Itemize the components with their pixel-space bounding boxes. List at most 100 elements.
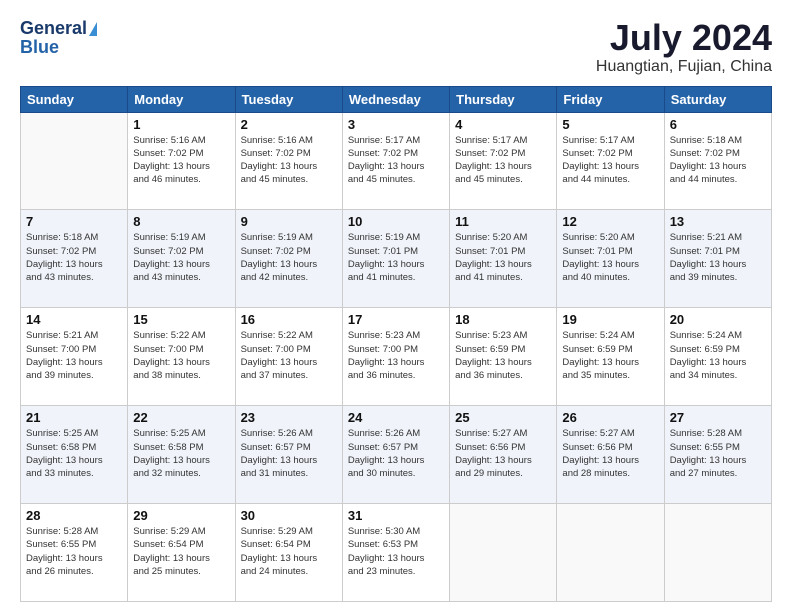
day-number: 27 xyxy=(670,410,766,425)
weekday-header-row: Sunday Monday Tuesday Wednesday Thursday… xyxy=(21,86,772,112)
header-saturday: Saturday xyxy=(664,86,771,112)
table-row xyxy=(557,504,664,602)
header: General Blue July 2024 Huangtian, Fujian… xyxy=(20,18,772,76)
table-row: 26Sunrise: 5:27 AMSunset: 6:56 PMDayligh… xyxy=(557,406,664,504)
table-row: 12 Sunrise: 5:20 AMSunset: 7:01 PMDayligh… xyxy=(557,210,664,308)
day-number: 8 xyxy=(133,214,229,229)
table-row xyxy=(450,504,557,602)
table-row: 7 Sunrise: 5:18 AMSunset: 7:02 PMDaylight… xyxy=(21,210,128,308)
day-number: 13 xyxy=(670,214,766,229)
table-row: 5Sunrise: 5:17 AMSunset: 7:02 PMDaylight… xyxy=(557,112,664,210)
day-number: 10 xyxy=(348,214,444,229)
day-number: 2 xyxy=(241,117,337,132)
table-row: 13 Sunrise: 5:21 AMSunset: 7:01 PMDayligh… xyxy=(664,210,771,308)
logo-general: General xyxy=(20,18,87,39)
header-sunday: Sunday xyxy=(21,86,128,112)
day-info: Sunrise: 5:21 AMSunset: 7:01 PMDaylight:… xyxy=(670,231,766,284)
calendar-week-row: 7 Sunrise: 5:18 AMSunset: 7:02 PMDaylight… xyxy=(21,210,772,308)
day-number: 14 xyxy=(26,312,122,327)
header-tuesday: Tuesday xyxy=(235,86,342,112)
table-row: 15 Sunrise: 5:22 AMSunset: 7:00 PMDayligh… xyxy=(128,308,235,406)
day-number: 6 xyxy=(670,117,766,132)
table-row: 2 Sunrise: 5:16 AMSunset: 7:02 PMDaylight… xyxy=(235,112,342,210)
day-info: Sunrise: 5:27 AMSunset: 6:56 PMDaylight:… xyxy=(455,427,551,480)
calendar-week-row: 21 Sunrise: 5:25 AMSunset: 6:58 PMDayligh… xyxy=(21,406,772,504)
table-row: 8 Sunrise: 5:19 AMSunset: 7:02 PMDaylight… xyxy=(128,210,235,308)
day-info: Sunrise: 5:24 AMSunset: 6:59 PMDaylight:… xyxy=(562,329,658,382)
table-row: 23Sunrise: 5:26 AMSunset: 6:57 PMDayligh… xyxy=(235,406,342,504)
day-info: Sunrise: 5:20 AMSunset: 7:01 PMDaylight:… xyxy=(562,231,658,284)
day-info: Sunrise: 5:29 AMSunset: 6:54 PMDaylight:… xyxy=(241,525,337,578)
day-info: Sunrise: 5:19 AMSunset: 7:01 PMDaylight:… xyxy=(348,231,444,284)
logo-blue: Blue xyxy=(20,37,59,58)
calendar-table: Sunday Monday Tuesday Wednesday Thursday… xyxy=(20,86,772,602)
day-info: Sunrise: 5:23 AMSunset: 7:00 PMDaylight:… xyxy=(348,329,444,382)
calendar-week-row: 1 Sunrise: 5:16 AMSunset: 7:02 PMDaylight… xyxy=(21,112,772,210)
table-row: 22Sunrise: 5:25 AMSunset: 6:58 PMDayligh… xyxy=(128,406,235,504)
header-friday: Friday xyxy=(557,86,664,112)
header-thursday: Thursday xyxy=(450,86,557,112)
title-section: July 2024 Huangtian, Fujian, China xyxy=(596,18,772,76)
table-row: 16 Sunrise: 5:22 AMSunset: 7:00 PMDayligh… xyxy=(235,308,342,406)
header-wednesday: Wednesday xyxy=(342,86,449,112)
day-info: Sunrise: 5:16 AMSunset: 7:02 PMDaylight:… xyxy=(133,134,229,187)
day-number: 7 xyxy=(26,214,122,229)
table-row: 4Sunrise: 5:17 AMSunset: 7:02 PMDaylight… xyxy=(450,112,557,210)
day-info: Sunrise: 5:17 AMSunset: 7:02 PMDaylight:… xyxy=(348,134,444,187)
table-row: 29 Sunrise: 5:29 AMSunset: 6:54 PMDayligh… xyxy=(128,504,235,602)
day-number: 30 xyxy=(241,508,337,523)
day-number: 3 xyxy=(348,117,444,132)
table-row: 20 Sunrise: 5:24 AMSunset: 6:59 PMDayligh… xyxy=(664,308,771,406)
day-number: 19 xyxy=(562,312,658,327)
day-info: Sunrise: 5:19 AMSunset: 7:02 PMDaylight:… xyxy=(133,231,229,284)
day-info: Sunrise: 5:28 AMSunset: 6:55 PMDaylight:… xyxy=(26,525,122,578)
day-number: 15 xyxy=(133,312,229,327)
table-row xyxy=(664,504,771,602)
table-row: 14Sunrise: 5:21 AMSunset: 7:00 PMDayligh… xyxy=(21,308,128,406)
table-row: 3 Sunrise: 5:17 AMSunset: 7:02 PMDaylight… xyxy=(342,112,449,210)
logo: General Blue xyxy=(20,18,97,58)
day-number: 5 xyxy=(562,117,658,132)
day-number: 17 xyxy=(348,312,444,327)
table-row: 10 Sunrise: 5:19 AMSunset: 7:01 PMDayligh… xyxy=(342,210,449,308)
day-info: Sunrise: 5:18 AMSunset: 7:02 PMDaylight:… xyxy=(26,231,122,284)
day-number: 12 xyxy=(562,214,658,229)
day-info: Sunrise: 5:16 AMSunset: 7:02 PMDaylight:… xyxy=(241,134,337,187)
day-number: 9 xyxy=(241,214,337,229)
table-row: 21 Sunrise: 5:25 AMSunset: 6:58 PMDayligh… xyxy=(21,406,128,504)
calendar-week-row: 14Sunrise: 5:21 AMSunset: 7:00 PMDayligh… xyxy=(21,308,772,406)
day-info: Sunrise: 5:18 AMSunset: 7:02 PMDaylight:… xyxy=(670,134,766,187)
day-info: Sunrise: 5:22 AMSunset: 7:00 PMDaylight:… xyxy=(241,329,337,382)
day-info: Sunrise: 5:22 AMSunset: 7:00 PMDaylight:… xyxy=(133,329,229,382)
day-number: 29 xyxy=(133,508,229,523)
day-info: Sunrise: 5:28 AMSunset: 6:55 PMDaylight:… xyxy=(670,427,766,480)
table-row: 9 Sunrise: 5:19 AMSunset: 7:02 PMDaylight… xyxy=(235,210,342,308)
day-number: 26 xyxy=(562,410,658,425)
day-number: 4 xyxy=(455,117,551,132)
table-row: 19 Sunrise: 5:24 AMSunset: 6:59 PMDayligh… xyxy=(557,308,664,406)
day-number: 24 xyxy=(348,410,444,425)
day-info: Sunrise: 5:19 AMSunset: 7:02 PMDaylight:… xyxy=(241,231,337,284)
month-year-title: July 2024 xyxy=(596,18,772,58)
day-number: 23 xyxy=(241,410,337,425)
day-number: 18 xyxy=(455,312,551,327)
table-row: 27 Sunrise: 5:28 AMSunset: 6:55 PMDayligh… xyxy=(664,406,771,504)
day-info: Sunrise: 5:29 AMSunset: 6:54 PMDaylight:… xyxy=(133,525,229,578)
header-monday: Monday xyxy=(128,86,235,112)
day-info: Sunrise: 5:25 AMSunset: 6:58 PMDaylight:… xyxy=(133,427,229,480)
day-info: Sunrise: 5:25 AMSunset: 6:58 PMDaylight:… xyxy=(26,427,122,480)
day-number: 21 xyxy=(26,410,122,425)
calendar-week-row: 28 Sunrise: 5:28 AMSunset: 6:55 PMDayligh… xyxy=(21,504,772,602)
day-number: 31 xyxy=(348,508,444,523)
day-info: Sunrise: 5:20 AMSunset: 7:01 PMDaylight:… xyxy=(455,231,551,284)
day-number: 28 xyxy=(26,508,122,523)
location-subtitle: Huangtian, Fujian, China xyxy=(596,58,772,76)
day-number: 16 xyxy=(241,312,337,327)
day-number: 20 xyxy=(670,312,766,327)
day-number: 1 xyxy=(133,117,229,132)
day-info: Sunrise: 5:24 AMSunset: 6:59 PMDaylight:… xyxy=(670,329,766,382)
table-row: 1 Sunrise: 5:16 AMSunset: 7:02 PMDaylight… xyxy=(128,112,235,210)
table-row: 31Sunrise: 5:30 AMSunset: 6:53 PMDayligh… xyxy=(342,504,449,602)
day-number: 11 xyxy=(455,214,551,229)
table-row: 30 Sunrise: 5:29 AMSunset: 6:54 PMDayligh… xyxy=(235,504,342,602)
